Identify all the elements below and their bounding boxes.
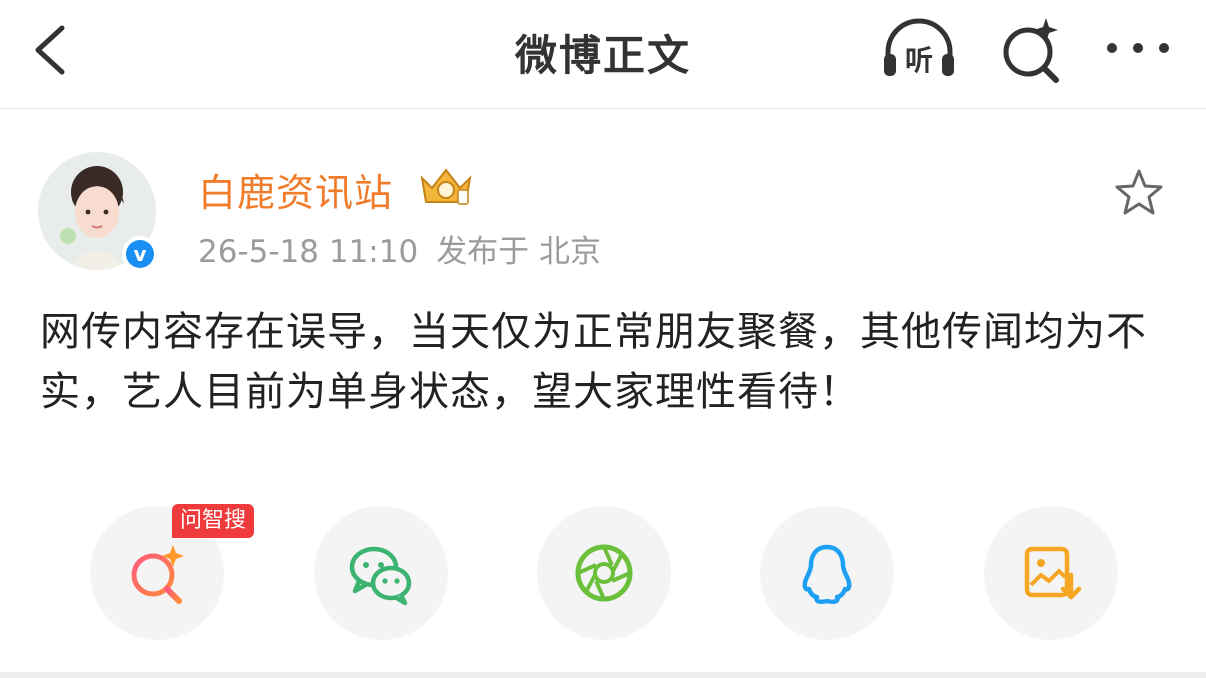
headphones-icon: 听 [884,18,954,77]
share-save-image-button[interactable] [984,506,1118,640]
verified-badge: v [122,236,158,272]
wechat-icon [349,546,412,606]
author-name[interactable]: 白鹿资讯站 [198,162,393,217]
share-moments-button[interactable] [537,506,671,640]
bottom-divider [0,672,1206,678]
ai-search-button[interactable] [994,14,1076,84]
post-text: 网传内容存在误导，当天仅为正常朋友聚餐，其他传闻均为不实，艺人目前为单身状态，望… [40,309,1147,415]
share-qq-button[interactable] [760,506,894,640]
crown-badge-icon [420,168,472,205]
qq-icon [802,544,852,605]
listen-button[interactable]: 听 [878,14,960,84]
moments-icon [575,544,633,602]
post-location: 发布于 北京 [436,234,602,270]
listen-label: 听 [905,44,933,77]
post-timestamp: 26-5-18 11:10 [198,234,419,270]
favorite-star-icon[interactable] [1112,166,1166,220]
ai-search-tag: 问智搜 [172,504,255,538]
more-dots-icon [1107,43,1169,53]
more-button[interactable] [1098,14,1180,84]
save-image-icon [1024,546,1082,600]
share-wechat-button[interactable] [314,506,448,640]
verified-badge-mark: v [126,240,154,268]
top-nav-bar: 微博正文 听 [0,0,1206,109]
post-meta: 26-5-18 11:10 发布于 北京 [198,226,619,271]
ai-search-icon [131,545,184,604]
ai-search-icon [1003,18,1059,83]
